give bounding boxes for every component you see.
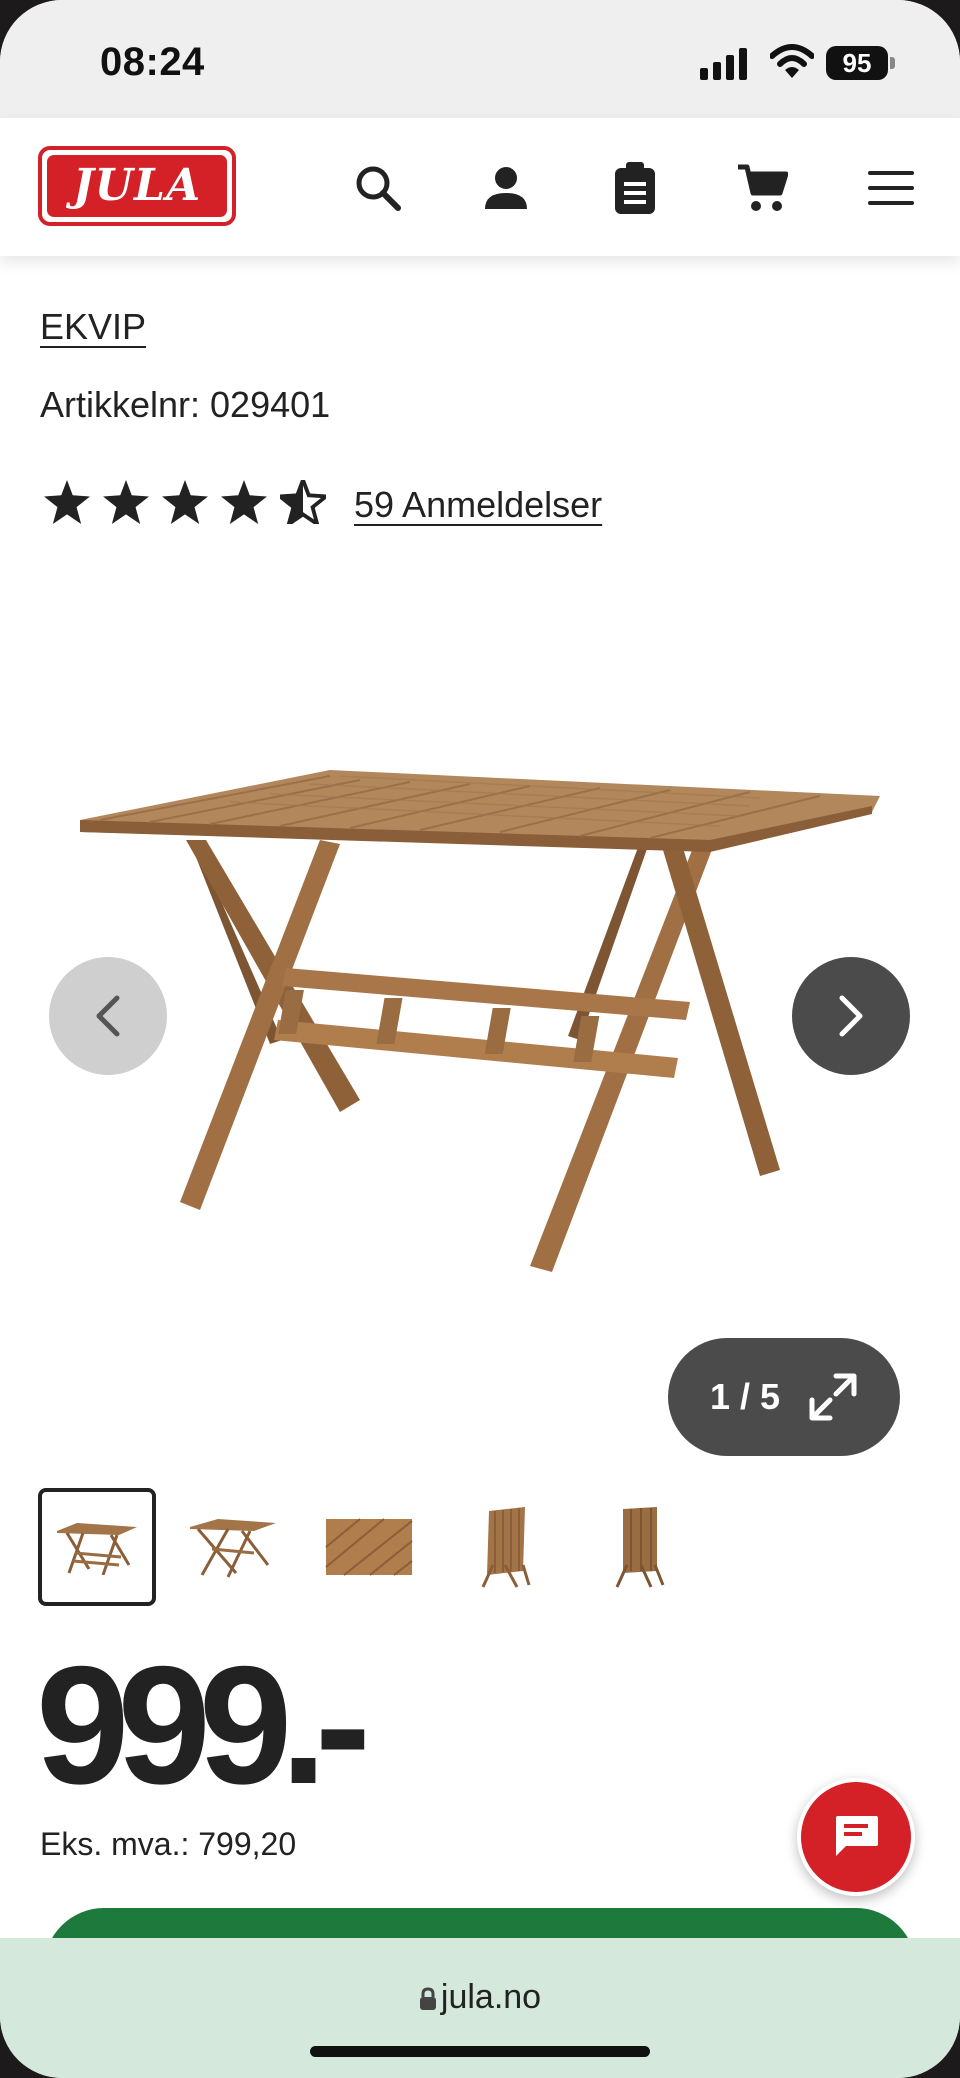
star-icon	[103, 480, 149, 524]
menu-button[interactable]	[861, 158, 921, 218]
reviews-link[interactable]: 59 Anmeldelser	[354, 484, 602, 526]
thumbnail-image	[190, 1519, 276, 1578]
thumbnail-2[interactable]	[174, 1488, 292, 1606]
price: 999.-	[36, 1631, 371, 1819]
menu-icon	[868, 171, 914, 205]
thumbnail-image	[57, 1523, 137, 1575]
previous-image-button[interactable]	[49, 957, 167, 1075]
chat-button[interactable]	[797, 1778, 915, 1896]
status-bar: 08:24 95	[0, 0, 960, 118]
brand-link[interactable]: EKVIP	[40, 306, 146, 348]
jula-logo[interactable]: JULA	[38, 146, 236, 226]
user-icon	[485, 167, 527, 209]
chevron-left-icon	[96, 995, 120, 1037]
thumbnail-5[interactable]	[582, 1488, 700, 1606]
thumbnail-image	[325, 1518, 413, 1576]
star-icon	[221, 480, 267, 524]
gallery-counter: 1 / 5	[710, 1376, 781, 1417]
search-icon	[356, 166, 401, 211]
thumbnail-3[interactable]	[310, 1488, 428, 1606]
thumbnail-image	[481, 1507, 531, 1588]
thumbnail-1[interactable]	[38, 1488, 156, 1606]
half-star-icon	[280, 480, 326, 524]
thumbnail-4[interactable]	[446, 1488, 564, 1606]
article-number: Artikkelnr: 029401	[40, 384, 331, 425]
cart-button[interactable]	[732, 158, 792, 218]
wifi-icon	[770, 44, 814, 78]
expand-icon	[809, 1373, 857, 1421]
gallery-fullscreen-button[interactable]: 1 / 5	[668, 1338, 900, 1456]
site-header: JULA	[0, 118, 960, 256]
url-text: jula.no	[440, 1978, 542, 2016]
battery-indicator: 95	[826, 46, 896, 80]
screen: 08:24 95 JULA EKVIP Artikkelnr: 029401 5…	[0, 0, 960, 2078]
signal-icon	[700, 48, 747, 80]
chat-icon	[836, 1816, 878, 1856]
browser-url-bar[interactable]: jula.no	[0, 1938, 960, 2078]
battery-level: 95	[826, 46, 888, 80]
star-icon	[44, 480, 90, 524]
url-display[interactable]: jula.no	[0, 1978, 960, 2017]
star-icon	[162, 480, 208, 524]
account-button[interactable]	[476, 158, 536, 218]
search-button[interactable]	[348, 158, 408, 218]
cart-icon	[738, 164, 788, 211]
status-time: 08:24	[100, 40, 205, 84]
price-ex-vat: Eks. mva.: 799,20	[40, 1826, 297, 1862]
logo-text: JULA	[47, 155, 227, 217]
rating-stars	[44, 480, 326, 524]
lock-icon	[419, 1987, 436, 2010]
chevron-right-icon	[839, 995, 863, 1037]
clipboard-icon	[615, 162, 655, 214]
shopping-list-button[interactable]	[605, 158, 665, 218]
home-indicator	[310, 2046, 650, 2057]
thumbnail-image	[615, 1507, 665, 1588]
next-image-button[interactable]	[792, 957, 910, 1075]
product-image[interactable]	[60, 740, 900, 1280]
